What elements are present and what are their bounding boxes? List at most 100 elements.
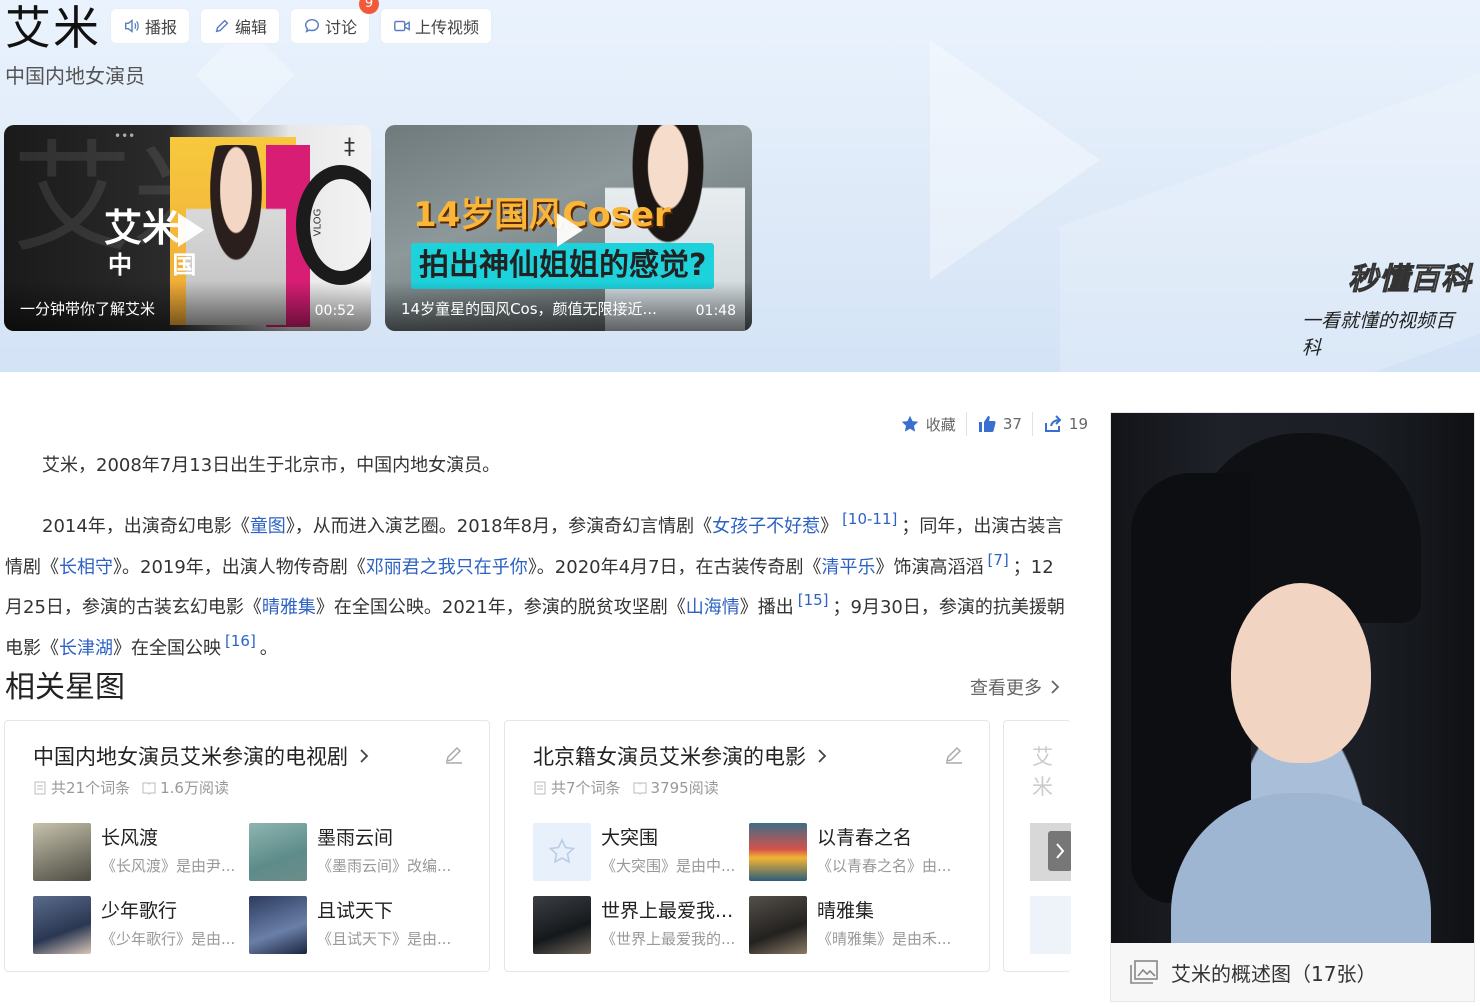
- video-card[interactable]: 14岁国风Coser 拍出神仙姐姐的感觉? 14岁童星的国风Cos，颜值无限接近…: [385, 125, 752, 331]
- entry-count-text: 共7个词条: [551, 779, 621, 797]
- pencil-icon[interactable]: [443, 743, 465, 765]
- link-changxiangshou[interactable]: 长相守: [59, 557, 113, 578]
- related-entry[interactable]: 长风渡 《长风渡》是由尹...: [33, 823, 249, 881]
- share-button[interactable]: 19: [1033, 414, 1098, 434]
- text: 》。2019年，出演人物传奇剧《: [113, 556, 366, 578]
- link-tongtu[interactable]: 童图: [250, 516, 286, 537]
- collect-label: 收藏: [925, 415, 956, 434]
- related-card-title[interactable]: 中国内地女演员艾米参演的电视剧: [33, 741, 370, 771]
- share-count: 19: [1068, 415, 1088, 433]
- text: 》: [820, 516, 839, 537]
- related-card-title-text: 中国内地女演员艾米参演的电视剧: [33, 745, 348, 769]
- hero-banner: 艾米 中国内地女演员 播报 编辑 讨论 9 上传视频 艾米 ••• ‡ VLOG…: [0, 0, 1480, 372]
- video-overlay-text: 的感觉?: [599, 248, 707, 283]
- reference-link[interactable]: [16]: [225, 632, 256, 650]
- video-caption: 14岁童星的国风Cos，颜值无限接近...: [401, 300, 657, 318]
- related-entry[interactable]: 且试天下 《且试天下》是由...: [249, 896, 465, 954]
- discuss-count-badge: 9: [359, 0, 379, 14]
- entry-description: 《晴雅集》是由禾...: [817, 930, 952, 948]
- video-card[interactable]: 艾米 ••• ‡ VLOG 艾米 中 国 一分钟带你了解艾米 00:52: [4, 125, 371, 331]
- entry-count-text: 共21个词条: [51, 779, 131, 797]
- entry-name: 大突围: [601, 827, 659, 849]
- related-card-title[interactable]: 北京籍女演员艾米参演的电影: [533, 741, 828, 771]
- page-title: 艾米: [5, 1, 101, 55]
- related-entry[interactable]: 世界上最爱我... 《世界上最爱我的...: [533, 896, 749, 954]
- entry-description: 《长风渡》是由尹...: [101, 857, 236, 875]
- action-bar: 收藏 37 19: [890, 410, 1098, 438]
- entry-description: 《以青春之名》由...: [817, 857, 952, 875]
- like-count: 37: [1002, 415, 1022, 433]
- read-count-text: 3795阅读: [650, 779, 719, 797]
- play-icon[interactable]: [557, 213, 583, 247]
- read-count-text: 1.6万阅读: [160, 779, 229, 797]
- related-entry[interactable]: 少年歌行 《少年歌行》是由...: [33, 896, 249, 954]
- pencil-icon: [215, 19, 229, 33]
- video-thumbnail-art: VLOG: [312, 208, 324, 237]
- related-entry[interactable]: 大突围 《大突围》是由中...: [533, 823, 749, 881]
- chevron-right-icon: [818, 749, 827, 763]
- related-card-meta: 共21个词条 1.6万阅读: [33, 777, 229, 798]
- video-camera-icon: [394, 20, 410, 32]
- intro-paragraph: 艾米，2008年7月13日出生于北京市，中国内地女演员。: [42, 455, 501, 476]
- like-button[interactable]: 37: [967, 414, 1032, 434]
- pencil-icon[interactable]: [943, 743, 965, 765]
- discuss-label: 讨论: [324, 18, 357, 37]
- related-card[interactable]: 北京籍女演员艾米参演的电影 共7个词条 3795阅读 大突围 《大突围》是由中.…: [504, 720, 990, 972]
- entry-count: 共21个词条: [33, 777, 130, 798]
- chat-bubble-icon: [304, 18, 320, 33]
- text: 》播出: [739, 597, 794, 618]
- document-icon: [534, 781, 546, 794]
- entry-thumbnail: [1030, 896, 1071, 954]
- view-more-label: 查看更多: [970, 678, 1042, 699]
- link-shanhaiqing[interactable]: 山海情: [686, 597, 740, 618]
- video-overlay-subtitle: 中 国: [108, 251, 213, 279]
- entry-name: 晴雅集: [817, 900, 875, 922]
- brand-slogan: 一看就懂的视频百科: [1302, 310, 1455, 359]
- entry-description: 《大突围》是由中...: [601, 857, 736, 875]
- star-icon: [901, 415, 919, 432]
- related-entry[interactable]: 以青春之名 《以青春之名》由...: [749, 823, 965, 881]
- related-entry[interactable]: 晴雅集 《晴雅集》是由禾...: [749, 896, 965, 954]
- entry-thumbnail: [533, 823, 591, 881]
- summary-photo-card[interactable]: 艾米的概述图（17张）: [1110, 412, 1475, 1002]
- portrait-photo[interactable]: [1111, 413, 1474, 943]
- view-more-link[interactable]: 查看更多: [970, 674, 1062, 700]
- entry-thumbnail: [749, 823, 807, 881]
- related-entry[interactable]: 墨雨云间 《墨雨云间》改编...: [249, 823, 465, 881]
- book-icon: [142, 782, 156, 795]
- entry-thumbnail: [33, 896, 91, 954]
- text: 》在全国公映: [113, 637, 221, 659]
- related-card-title-text: 北京籍女演员艾米参演的电影: [533, 745, 806, 769]
- edit-button[interactable]: 编辑: [200, 8, 280, 44]
- link-qingyaji[interactable]: 晴雅集: [262, 597, 316, 618]
- carousel-next-button[interactable]: [1048, 831, 1071, 871]
- video-thumbnail-art: ‡: [344, 135, 355, 160]
- related-card[interactable]: 艾米: [1003, 720, 1071, 972]
- video-overlay-highlight: 神仙姐姐: [479, 248, 599, 283]
- link-denglijun[interactable]: 邓丽君之我只在乎你: [366, 557, 528, 578]
- link-qingpingle[interactable]: 清平乐: [822, 557, 876, 578]
- play-icon[interactable]: [178, 213, 204, 247]
- link-changjinhu[interactable]: 长津湖: [59, 638, 113, 659]
- photo-album-link[interactable]: 艾米的概述图（17张）: [1111, 943, 1474, 1001]
- broadcast-button[interactable]: 播报: [110, 8, 190, 44]
- collect-button[interactable]: 收藏: [890, 414, 966, 435]
- image-gallery-icon: [1130, 960, 1158, 984]
- reference-link[interactable]: [10-11]: [842, 510, 897, 528]
- brand-logo: 秒懂百科: [1348, 262, 1472, 298]
- text: 2014年，出演奇幻电影《: [42, 516, 250, 537]
- text: 》，从而进入演艺圈。2018年8月，参演奇幻言情剧《: [285, 516, 713, 537]
- entry-thumbnail: [749, 896, 807, 954]
- reference-link[interactable]: [15]: [798, 591, 829, 609]
- discuss-button[interactable]: 讨论: [290, 8, 370, 44]
- upload-video-button[interactable]: 上传视频: [380, 8, 492, 44]
- link-nvhaizi[interactable]: 女孩子不好惹: [712, 516, 820, 537]
- page-subtitle: 中国内地女演员: [5, 64, 145, 88]
- chevron-right-icon: [1056, 843, 1065, 859]
- related-card[interactable]: 中国内地女演员艾米参演的电视剧 共21个词条 1.6万阅读 长风渡 《长风渡》是…: [4, 720, 490, 972]
- book-icon: [633, 782, 647, 795]
- reference-link[interactable]: [7]: [988, 551, 1009, 569]
- broadcast-label: 播报: [144, 18, 177, 37]
- related-section-title: 相关星图: [5, 670, 125, 705]
- video-overlay-text: 拍出: [419, 248, 479, 283]
